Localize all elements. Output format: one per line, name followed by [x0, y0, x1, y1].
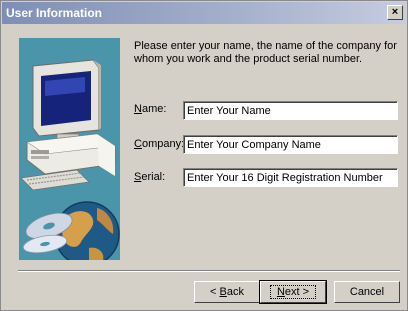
next-label: ext > — [284, 286, 310, 298]
computer-monitor-icon — [32, 59, 101, 141]
company-label: Company: — [134, 138, 184, 150]
back-mnemonic: B — [219, 286, 227, 298]
next-mnemonic: N — [276, 286, 285, 298]
name-label-mnemonic: N — [134, 103, 142, 115]
company-label-mnemonic: C — [134, 138, 142, 150]
back-label: ack — [226, 286, 244, 298]
computer-case-icon — [26, 133, 116, 176]
window-title: User Information — [6, 6, 103, 20]
button-separator — [18, 270, 400, 272]
computer-cd-globe-illustration — [20, 59, 120, 260]
name-label: Name: — [134, 103, 166, 115]
back-button[interactable]: < Back — [194, 281, 260, 303]
close-button[interactable]: × — [387, 5, 403, 20]
name-label-text: ame: — [141, 103, 167, 115]
company-field[interactable] — [183, 135, 398, 154]
serial-field[interactable] — [183, 168, 398, 187]
serial-label-text: erial: — [141, 171, 166, 183]
keyboard-icon — [20, 169, 90, 191]
back-prefix: < — [210, 286, 220, 298]
user-information-dialog: User Information × Please enter your nam… — [0, 0, 408, 311]
serial-label: Serial: — [134, 171, 165, 183]
close-icon: × — [391, 6, 399, 18]
title-bar: User Information × — [2, 2, 406, 24]
next-focus-rect: Next > — [269, 285, 317, 299]
next-button[interactable]: Next > — [259, 280, 327, 304]
intro-text: Please enter your name, the name of the … — [134, 40, 397, 65]
name-field[interactable] — [183, 101, 398, 120]
setup-illustration — [19, 38, 120, 260]
company-label-text: ompany: — [141, 138, 185, 150]
cancel-button[interactable]: Cancel — [334, 281, 400, 303]
